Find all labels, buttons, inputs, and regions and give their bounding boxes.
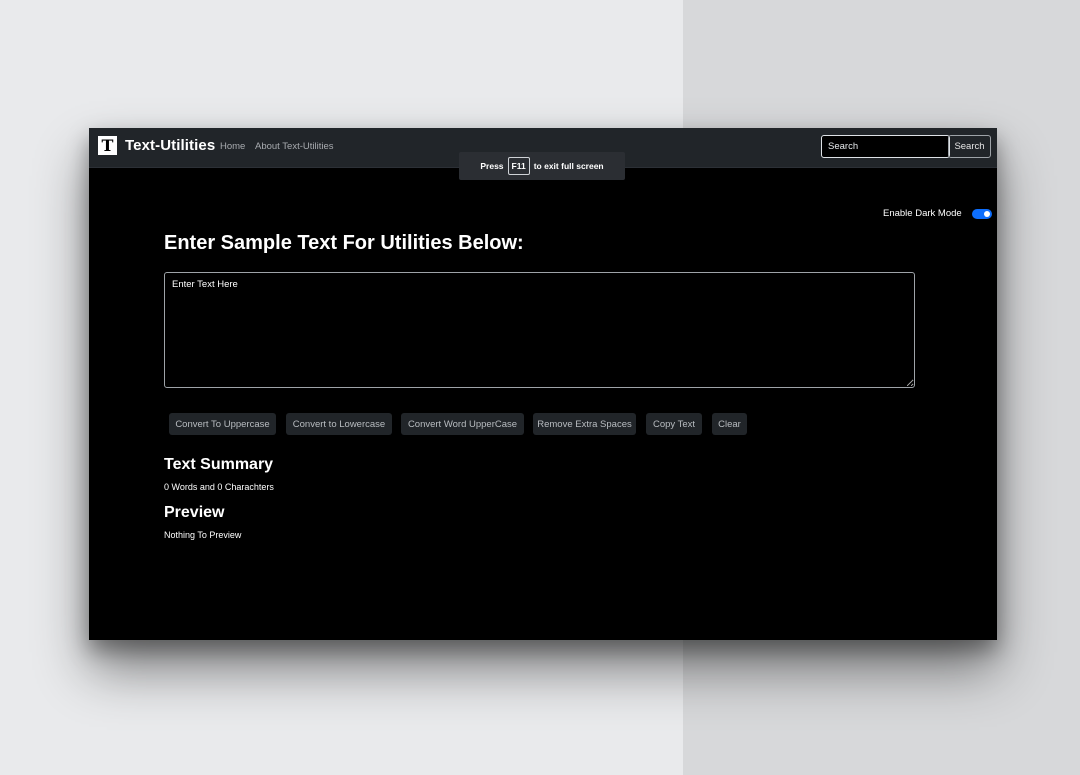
fullscreen-notice-suffix: to exit full screen (533, 161, 604, 171)
copy-text-button[interactable]: Copy Text (646, 413, 702, 435)
text-summary-value: 0 Words and 0 Charachters (164, 482, 274, 492)
fullscreen-notice: Press F11 to exit full screen (459, 152, 625, 180)
text-input-area[interactable] (164, 272, 915, 388)
browser-window: T Text-Utilities Home About Text-Utiliti… (89, 128, 997, 640)
dark-mode-toggle[interactable] (971, 208, 992, 219)
dark-mode-switch: Enable Dark Mode (883, 208, 992, 219)
nav-link-home[interactable]: Home (220, 141, 245, 152)
fullscreen-notice-prefix: Press (480, 161, 504, 171)
convert-lowercase-button[interactable]: Convert to Lowercase (286, 413, 392, 435)
search-button[interactable]: Search (948, 135, 991, 158)
search-input[interactable] (821, 135, 950, 158)
convert-uppercase-button[interactable]: Convert To Uppercase (169, 413, 276, 435)
preview-text: Nothing To Preview (164, 530, 242, 540)
preview-title: Preview (164, 504, 225, 521)
dark-mode-label: Enable Dark Mode (883, 208, 962, 219)
navbar-brand[interactable]: T Text-Utilities (98, 136, 215, 155)
text-summary-title: Text Summary (164, 456, 274, 473)
convert-word-uppercase-button[interactable]: Convert Word UpperCase (401, 413, 524, 435)
brand-name: Text-Utilities (125, 137, 216, 154)
nav-link-about[interactable]: About Text-Utilities (255, 141, 334, 152)
brand-logo-icon: T (98, 136, 117, 155)
remove-extra-spaces-button[interactable]: Remove Extra Spaces (533, 413, 636, 435)
f11-key-badge: F11 (507, 157, 530, 175)
clear-button[interactable]: Clear (712, 413, 747, 435)
toggle-knob (983, 210, 990, 217)
page-heading: Enter Sample Text For Utilities Below: (164, 232, 524, 254)
